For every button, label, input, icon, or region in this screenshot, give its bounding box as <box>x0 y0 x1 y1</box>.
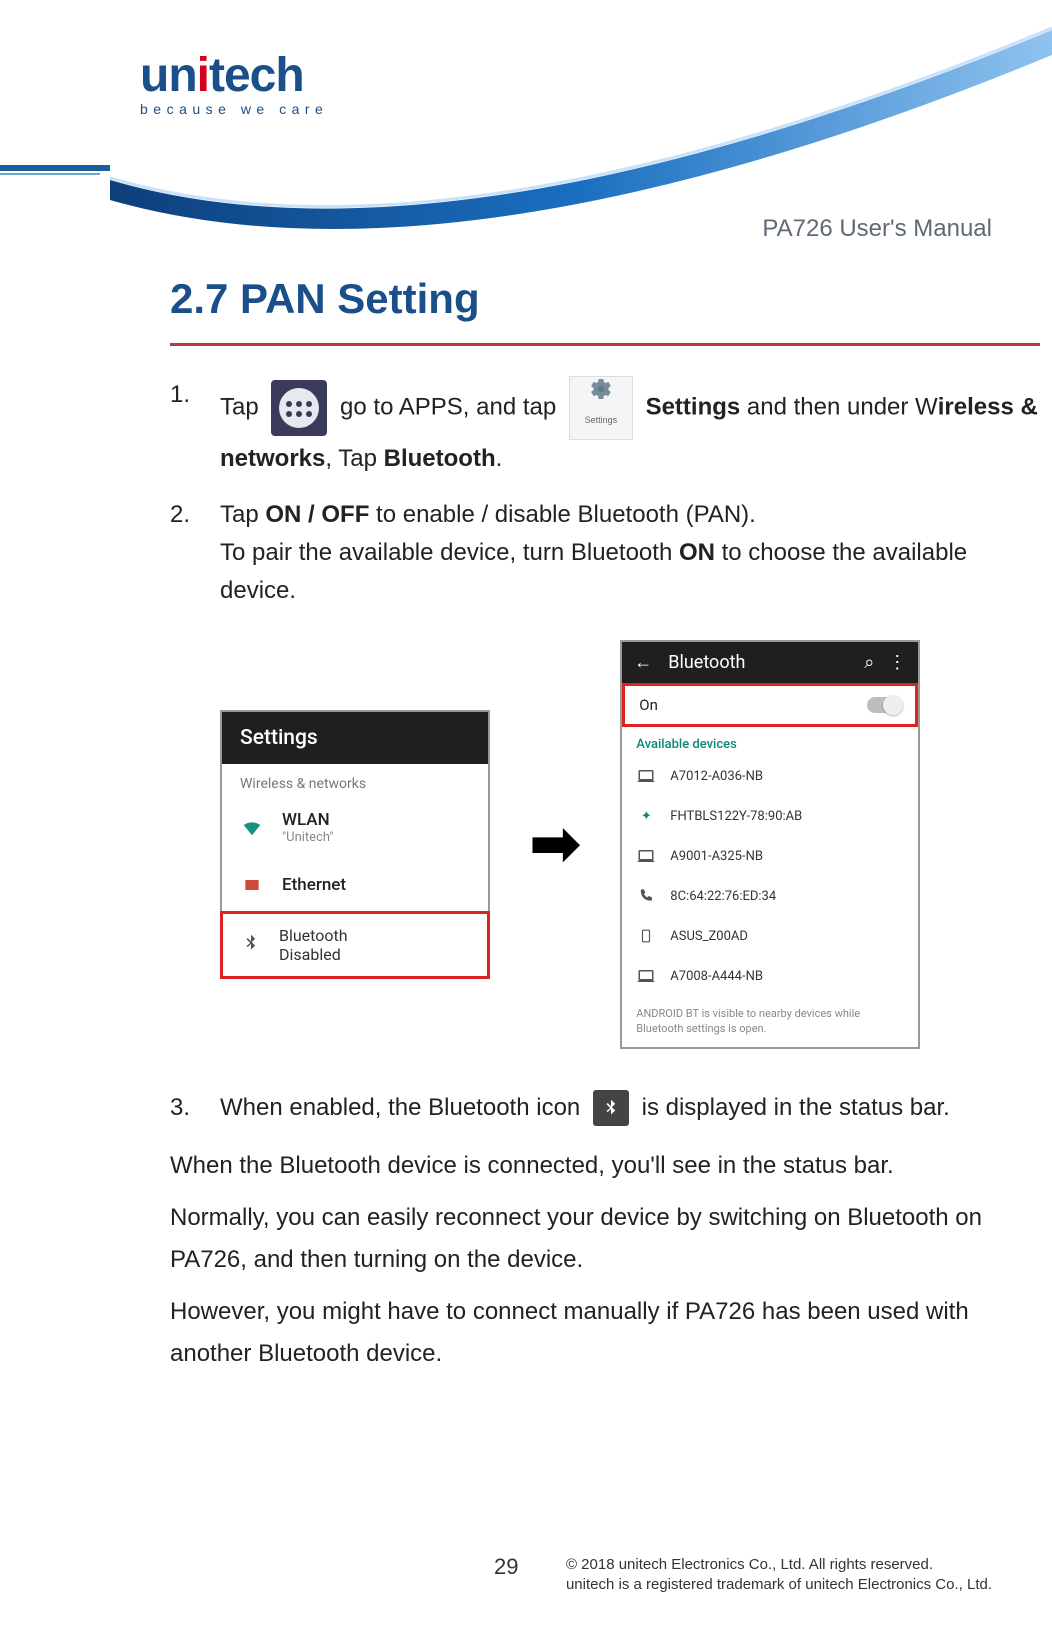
bt-screen-title: Bluetooth <box>668 652 745 673</box>
accent-bar <box>0 165 110 171</box>
step2-l1c: to enable / disable Bluetooth (PAN). <box>369 501 755 528</box>
heading-rule <box>170 343 1040 346</box>
device-6: A7008-A444-NB <box>670 969 763 984</box>
bluetooth-icon <box>241 933 261 957</box>
step1-text-c: and then under W <box>740 393 937 420</box>
step2-l1a: Tap <box>220 501 265 528</box>
step1-text-a: Tap <box>220 393 259 420</box>
wifi-icon <box>240 815 264 839</box>
copyright-line-2: unitech is a registered trademark of uni… <box>566 1575 992 1595</box>
bt-on-label: On <box>639 696 658 714</box>
settings-subhead: Wireless & networks <box>222 764 488 796</box>
paragraph-2: Normally, you can easily reconnect your … <box>170 1197 1040 1281</box>
device-3: A9001-A325-NB <box>670 849 763 864</box>
bluetooth-sub: Disabled <box>279 945 348 964</box>
phone-device-icon <box>636 926 656 946</box>
device-4: 8C:64:22:76:ED:34 <box>670 889 776 904</box>
document-title: PA726 User's Manual <box>762 215 992 243</box>
available-devices-header: Available devices <box>622 727 918 756</box>
screenshot-bluetooth: ← Bluetooth ⌕ ⋮ On Available devices A701… <box>620 640 920 1049</box>
settings-app-label: Settings <box>585 401 618 439</box>
screenshot-settings: Settings Wireless & networks WLAN"Unitec… <box>220 710 490 979</box>
laptop-icon <box>636 766 656 786</box>
step3-text-a: When enabled, the Bluetooth icon <box>220 1094 580 1121</box>
step1-text-e: . <box>496 445 503 472</box>
device-2: FHTBLS122Y-78:90:AB <box>670 809 802 824</box>
settings-row-wlan: WLAN"Unitech" <box>222 796 488 859</box>
step1-settings-word: Settings <box>646 393 741 420</box>
search-icon: ⌕ <box>864 652 874 673</box>
apps-drawer-icon <box>271 380 327 436</box>
device-row: A9001-A325-NB <box>622 836 918 876</box>
step-number: 1. <box>170 376 220 478</box>
device-row: A7008-A444-NB <box>622 956 918 996</box>
wlan-label: WLAN <box>282 810 334 830</box>
step3-text-b: is displayed in the status bar. <box>642 1094 950 1121</box>
laptop-icon <box>636 966 656 986</box>
device-row: ASUS_Z00AD <box>622 916 918 956</box>
bt-on-row-highlight: On <box>622 683 918 727</box>
step-2-body: Tap ON / OFF to enable / disable Bluetoo… <box>220 496 1040 610</box>
device-5: ASUS_Z00AD <box>670 929 748 944</box>
ethernet-icon <box>240 873 264 897</box>
device-row: A7012-A036-NB <box>622 756 918 796</box>
section-heading: 2.7 PAN Setting <box>170 275 1040 323</box>
step1-text-d: , Tap <box>325 445 383 472</box>
accent-bar-2 <box>0 173 100 175</box>
brand-logo: unitech because we care <box>140 48 328 117</box>
bluetooth-statusbar-icon <box>593 1090 629 1126</box>
laptop-icon <box>636 846 656 866</box>
bt-visibility-note: ANDROID BT is visible to nearby devices … <box>622 996 918 1047</box>
settings-app-icon: Settings <box>569 376 633 440</box>
settings-header: Settings <box>222 712 488 764</box>
arrow-right-icon: ➡ <box>530 809 580 879</box>
copyright-block: © 2018 unitech Electronics Co., Ltd. All… <box>566 1555 992 1596</box>
step-number: 2. <box>170 496 220 610</box>
step-number: 3. <box>170 1089 220 1127</box>
step2-l2a: To pair the available device, turn Bluet… <box>220 539 679 566</box>
bt-toggle <box>867 697 901 713</box>
ethernet-label: Ethernet <box>282 875 346 895</box>
bluetooth-label: Bluetooth <box>279 926 348 945</box>
paragraph-1: When the Bluetooth device is connected, … <box>170 1145 1040 1187</box>
step-3-body: When enabled, the Bluetooth icon is disp… <box>220 1089 1040 1127</box>
wlan-sub: "Unitech" <box>282 830 334 845</box>
brand-tagline: because we care <box>140 101 328 117</box>
page-number: 29 <box>494 1554 518 1580</box>
step1-text-b: go to APPS, and tap <box>340 393 556 420</box>
device-row: ✦ FHTBLS122Y-78:90:AB <box>622 796 918 836</box>
step-1-body: Tap go to APPS, and tap Settings Setting… <box>220 376 1040 478</box>
settings-row-bluetooth-highlight: BluetoothDisabled <box>220 911 490 979</box>
settings-row-ethernet: Ethernet <box>222 859 488 911</box>
paragraph-3: However, you might have to connect manua… <box>170 1291 1040 1375</box>
step2-onoff: ON / OFF <box>265 501 369 528</box>
device-1: A7012-A036-NB <box>670 769 763 784</box>
bt-device-icon: ✦ <box>636 806 656 826</box>
step1-bluetooth-word: Bluetooth <box>384 445 496 472</box>
copyright-line-1: © 2018 unitech Electronics Co., Ltd. All… <box>566 1555 992 1575</box>
back-arrow-icon: ← <box>634 652 652 673</box>
more-icon: ⋮ <box>888 652 906 673</box>
phone-icon <box>636 886 656 906</box>
step2-on: ON <box>679 539 715 566</box>
device-row: 8C:64:22:76:ED:34 <box>622 876 918 916</box>
